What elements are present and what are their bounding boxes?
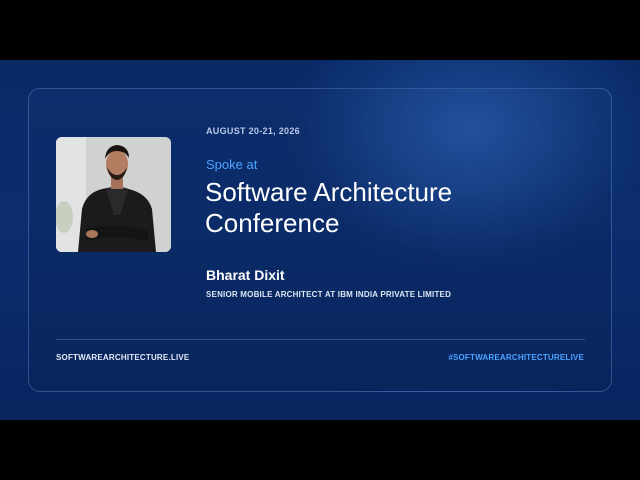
speaker-name: Bharat Dixit (206, 267, 285, 283)
hashtag-label: #SOFTWAREARCHITECTURELIVE (448, 353, 584, 362)
event-date: AUGUST 20-21, 2026 (206, 126, 300, 136)
conference-title: Software Architecture Conference (205, 177, 453, 238)
video-frame: AUGUST 20-21, 2026 Spoke at Software Arc… (0, 0, 640, 480)
website-link[interactable]: SOFTWAREARCHITECTURE.LIVE (56, 353, 189, 362)
speaker-photo (56, 137, 171, 252)
speaker-slide: AUGUST 20-21, 2026 Spoke at Software Arc… (0, 60, 640, 420)
divider (56, 339, 585, 340)
spoke-at-label: Spoke at (206, 157, 258, 172)
speaker-role: SENIOR MOBILE ARCHITECT AT IBM INDIA PRI… (206, 290, 452, 299)
speaker-card: AUGUST 20-21, 2026 Spoke at Software Arc… (28, 88, 612, 392)
